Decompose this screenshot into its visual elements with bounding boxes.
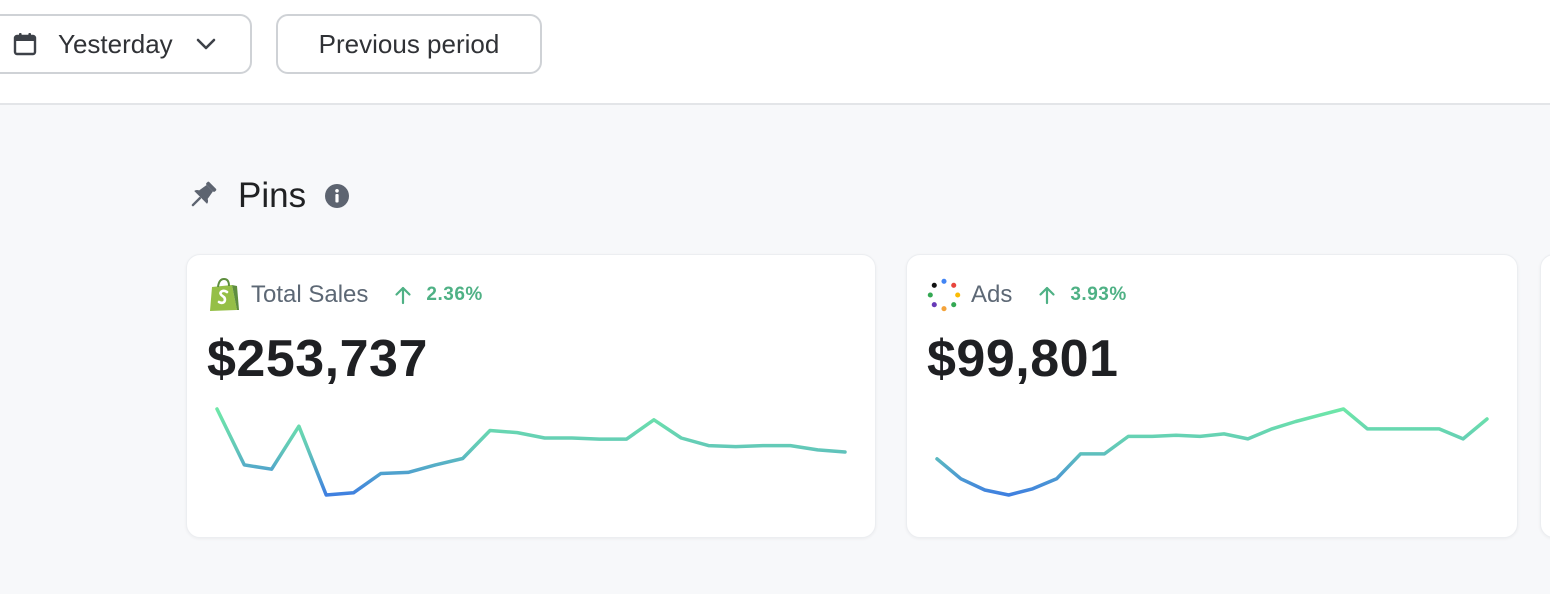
date-range-dropdown[interactable]: Yesterday — [0, 14, 252, 74]
card-header: Ads 3.93% — [927, 277, 1127, 313]
top-toolbar: Yesterday Previous period — [0, 0, 1550, 105]
metric-value: $253,737 — [207, 330, 428, 388]
pins-section-header: Pins — [184, 168, 350, 224]
card-title: Total Sales — [251, 281, 369, 308]
metric-card-total-sales[interactable]: Total Sales 2.36% $253,737 — [186, 254, 876, 538]
sparkline-chart — [935, 407, 1489, 497]
delta-badge: 3.93% — [1036, 284, 1126, 306]
delta-value: 3.93% — [1070, 284, 1127, 305]
arrow-up-icon — [392, 284, 414, 306]
metric-card-partial[interactable] — [1540, 254, 1550, 538]
arrow-up-icon — [1036, 284, 1058, 306]
card-header: Total Sales 2.36% — [207, 277, 483, 313]
metric-card-ads[interactable]: Ads 3.93% $99,801 — [906, 254, 1518, 538]
delta-badge: 2.36% — [392, 284, 482, 306]
metric-value: $99,801 — [927, 330, 1119, 388]
sparkline-line — [215, 407, 847, 497]
sparkline-chart — [215, 407, 847, 497]
section-title: Pins — [238, 176, 307, 215]
compare-period-button[interactable]: Previous period — [276, 14, 542, 74]
date-range-label: Yesterday — [58, 28, 173, 59]
shopify-bag-icon — [207, 277, 241, 313]
delta-value: 2.36% — [426, 284, 483, 305]
pushpin-icon — [184, 178, 220, 214]
card-title: Ads — [971, 281, 1013, 308]
compare-period-label: Previous period — [318, 28, 500, 59]
chevron-down-icon — [193, 31, 219, 57]
calendar-icon — [12, 31, 38, 57]
info-icon[interactable] — [324, 183, 350, 209]
sparkline-line — [935, 407, 1489, 497]
ads-dots-icon — [927, 277, 961, 313]
